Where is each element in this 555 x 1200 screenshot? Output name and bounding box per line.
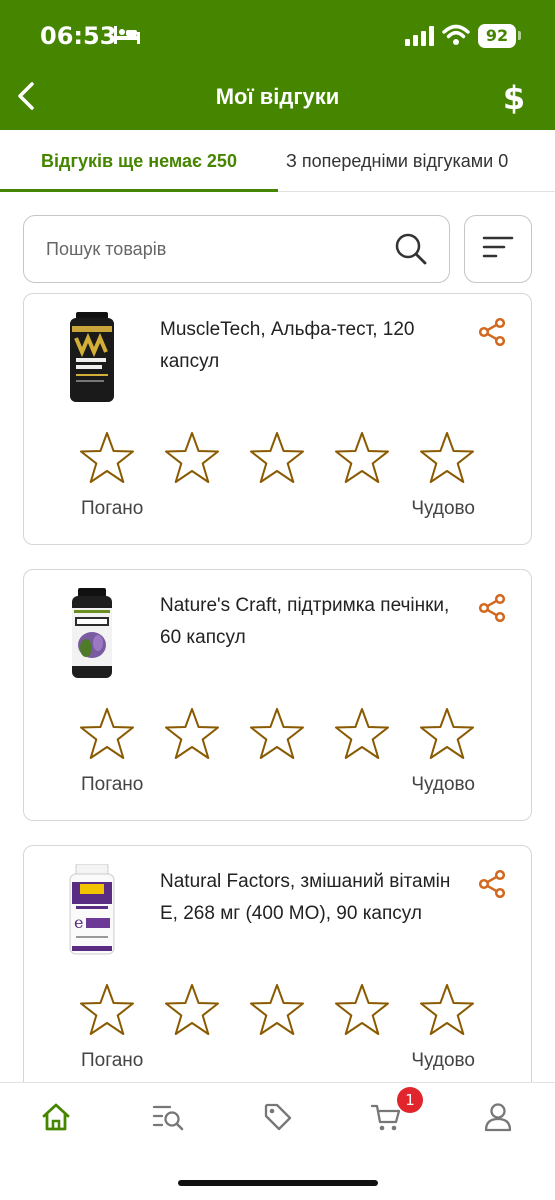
search-box [23,215,450,283]
tag-icon [263,1102,293,1137]
share-icon[interactable] [478,593,506,627]
status-bar: 06:53 92 [0,0,555,75]
product-card: MuscleTech, Альфа-тест, 120 капсул Поган… [23,293,532,545]
star-icon[interactable] [418,706,476,764]
search-input[interactable] [46,216,386,282]
page-title: Мої відгуки [215,84,340,109]
nav-home[interactable] [36,1101,76,1137]
star-icon[interactable] [78,430,136,488]
sort-icon [482,235,514,264]
product-image[interactable]: e [66,863,118,956]
star-icon[interactable] [78,706,136,764]
product-image[interactable] [66,312,118,404]
star-icon[interactable] [248,430,306,488]
product-name[interactable]: Nature's Craft, підтримка печінки, 60 ка… [160,590,460,654]
cart-icon [370,1102,402,1137]
nav-search-list[interactable] [148,1101,188,1137]
battery-indicator: 92 [478,24,516,48]
star-rating [78,430,478,488]
product-name[interactable]: MuscleTech, Альфа-тест, 120 капсул [160,314,460,378]
sleep-mode-icon [114,26,140,49]
share-icon[interactable] [478,317,506,351]
nav-account[interactable] [478,1101,518,1137]
rating-min-label: Погано [81,498,144,519]
search-icon[interactable] [394,232,428,271]
star-icon[interactable] [418,982,476,1040]
tab-previous-reviews[interactable]: З попередніми відгуками 0 [286,130,508,192]
wifi-icon [442,24,470,51]
star-icon[interactable] [248,706,306,764]
chevron-left-icon [15,81,37,116]
product-card: Nature's Craft, підтримка печінки, 60 ка… [23,569,532,821]
star-icon[interactable] [418,430,476,488]
star-icon[interactable] [163,430,221,488]
star-icon[interactable] [333,706,391,764]
nav-deals[interactable] [258,1101,298,1137]
rating-min-label: Погано [81,1050,144,1071]
back-button[interactable] [8,80,44,116]
product-image[interactable] [66,588,118,680]
rating-max-label: Чудово [411,774,475,795]
currency-button[interactable]: $ [496,78,532,118]
app-header: 06:53 92 Мої відгуки $ [0,0,555,130]
rating-max-label: Чудово [411,498,475,519]
dollar-icon: $ [502,79,526,117]
share-icon[interactable] [478,869,506,903]
user-icon [483,1102,513,1137]
rating-min-label: Погано [81,774,144,795]
svg-text:e: e [74,913,83,932]
search-list-icon [152,1102,184,1137]
sort-button[interactable] [464,215,532,283]
star-icon[interactable] [333,430,391,488]
star-icon[interactable] [163,706,221,764]
star-rating [78,982,478,1040]
tab-no-reviews[interactable]: Відгуків ще немає 250 [0,130,278,192]
star-icon[interactable] [163,982,221,1040]
cart-badge: 1 [397,1087,423,1113]
review-tabs: Відгуків ще немає 250 З попередніми відг… [0,130,555,192]
star-icon[interactable] [78,982,136,1040]
product-card: e Natural Factors, змішаний вітамін Е, 2… [23,845,532,1097]
star-rating [78,706,478,764]
cellular-signal-icon [405,26,435,51]
rating-max-label: Чудово [411,1050,475,1071]
home-indicator [178,1180,378,1186]
star-icon[interactable] [333,982,391,1040]
product-name[interactable]: Natural Factors, змішаний вітамін Е, 268… [160,866,460,930]
home-icon [41,1102,71,1137]
status-time: 06:53 [40,22,117,50]
star-icon[interactable] [248,982,306,1040]
battery-tip [518,31,521,40]
